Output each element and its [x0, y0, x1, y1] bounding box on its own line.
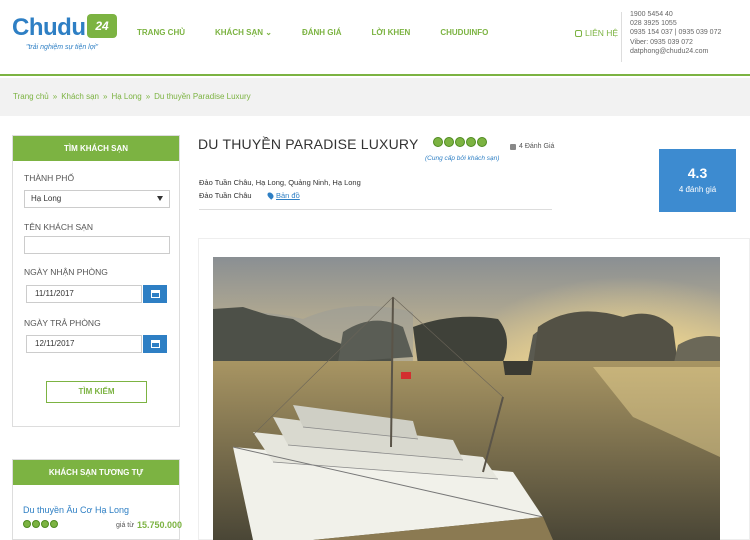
review-count-link[interactable]: 4 Đánh Giá [510, 143, 554, 150]
crumb-khach-san[interactable]: Khách sạn [61, 92, 99, 101]
viber-line[interactable]: Viber: 0935 039 072 [630, 38, 721, 47]
similar-hotel-rating [23, 520, 58, 528]
rating-apple-icon [433, 137, 443, 147]
crumb-separator: » [103, 92, 108, 101]
checkin-calendar-button[interactable] [143, 285, 167, 303]
checkin-label: NGÀY NHẬN PHÒNG [24, 267, 108, 277]
chudu24-logo[interactable]: Chudu 24 "trải nghiệm sự tiện lợi" [12, 12, 117, 56]
hotel-area: Đảo Tuần Châu [199, 191, 252, 200]
price-from-label: giá từ [116, 522, 134, 529]
phone-icon [575, 29, 582, 37]
site-header: Chudu 24 "trải nghiệm sự tiện lợi" TRANG… [0, 0, 750, 76]
map-link[interactable]: Bản đồ [266, 191, 300, 200]
breadcrumb: Trang chủ » Khách sạn » Hạ Long » Du thu… [13, 92, 251, 101]
map-pin-icon [266, 191, 275, 200]
address-divider [199, 209, 552, 210]
rating-apple-icon [41, 520, 49, 528]
main-nav: TRANG CHỦ KHÁCH SẠN ⌄ ĐÁNH GIÁ LỜI KHEN … [137, 28, 518, 37]
rating-apple-icon [50, 520, 58, 528]
rating-note: (Cung cấp bởi khách sạn) [425, 155, 500, 162]
review-count: 4 Đánh Giá [519, 143, 555, 150]
chevron-down-icon [157, 196, 163, 201]
contact-label: LIÊN HỆ [585, 28, 619, 38]
search-panel-title: TÌM KHÁCH SẠN [13, 136, 179, 161]
rating-apple-icon [23, 520, 31, 528]
hotel-title: DU THUYỀN PARADISE LUXURY [198, 136, 419, 152]
similar-hotels-panel: KHÁCH SẠN TƯƠNG TỰ Du thuyền Âu Cơ Hạ Lo… [12, 459, 183, 540]
search-panel: TÌM KHÁCH SẠN THÀNH PHỐ Hạ Long TÊN KHÁC… [12, 135, 180, 427]
crumb-ha-long[interactable]: Hạ Long [111, 92, 141, 101]
hotline[interactable]: 1900 5454 40 [630, 10, 721, 19]
rating-apple-icon [32, 520, 40, 528]
checkin-date-input[interactable]: 11/11/2017 [26, 285, 142, 303]
contact-link[interactable]: LIÊN HỆ [575, 28, 618, 38]
checkout-date-input[interactable]: 12/11/2017 [26, 335, 142, 353]
city-select[interactable]: Hạ Long [24, 190, 170, 208]
nav-trang-chu[interactable]: TRANG CHỦ [137, 28, 185, 37]
logo-badge: 24 [87, 14, 117, 38]
checkout-calendar-button[interactable] [143, 335, 167, 353]
similar-hotel-price: 15.750.000 [137, 520, 183, 530]
similar-hotel-link[interactable]: Du thuyền Âu Cơ Hạ Long [23, 505, 129, 515]
city-label: THÀNH PHỐ [24, 173, 75, 183]
nav-chuduinfo[interactable]: CHUDUINFO [440, 28, 488, 37]
rating-apple-icon [444, 137, 454, 147]
calendar-icon [150, 340, 160, 348]
city-value: Hạ Long [31, 194, 62, 203]
header-divider [621, 12, 622, 62]
checkout-label: NGÀY TRẢ PHÒNG [24, 318, 101, 328]
score-badge[interactable]: 4.3 4 đánh giá [659, 149, 736, 212]
similar-hotels-title: KHÁCH SẠN TƯƠNG TỰ [13, 460, 179, 485]
cruise-ship-photo[interactable] [213, 257, 720, 540]
rating-apple-icon [477, 137, 487, 147]
score-review-count: 4 đánh giá [678, 185, 717, 194]
thumbs-up-icon [510, 143, 516, 150]
mobile-line[interactable]: 0935 154 037 | 0935 039 072 [630, 28, 721, 37]
contact-info: 1900 5454 40 028 3925 1055 0935 154 037 … [630, 10, 721, 56]
map-link-label: Bản đồ [276, 191, 300, 200]
nav-loi-khen[interactable]: LỜI KHEN [372, 28, 411, 37]
halong-bay-photo [213, 257, 720, 540]
logo-wordmark: Chudu [12, 14, 86, 41]
crumb-trang-chu[interactable]: Trang chủ [13, 92, 49, 101]
calendar-icon [150, 290, 160, 298]
hotel-name-label: TÊN KHÁCH SẠN [24, 222, 93, 232]
rating-apple-icon [466, 137, 476, 147]
search-button[interactable]: TÌM KIẾM [46, 381, 147, 403]
hotel-name-input[interactable] [24, 236, 170, 254]
crumb-separator: » [52, 92, 58, 101]
nav-khach-san[interactable]: KHÁCH SẠN ⌄ [215, 28, 272, 37]
crumb-separator: » [145, 92, 151, 101]
hotel-address: Đảo Tuần Châu, Hạ Long, Quảng Ninh, Hạ L… [199, 178, 361, 187]
score-value: 4.3 [687, 165, 708, 181]
nav-danh-gia[interactable]: ĐÁNH GIÁ [302, 28, 342, 37]
logo-tagline: "trải nghiệm sự tiện lợi" [26, 44, 98, 51]
crumb-current[interactable]: Du thuyền Paradise Luxury [154, 92, 251, 101]
hotel-rating [433, 137, 487, 147]
rating-apple-icon [455, 137, 465, 147]
email-line[interactable]: datphong@chudu24.com [630, 47, 721, 56]
phone-line[interactable]: 028 3925 1055 [630, 19, 721, 28]
